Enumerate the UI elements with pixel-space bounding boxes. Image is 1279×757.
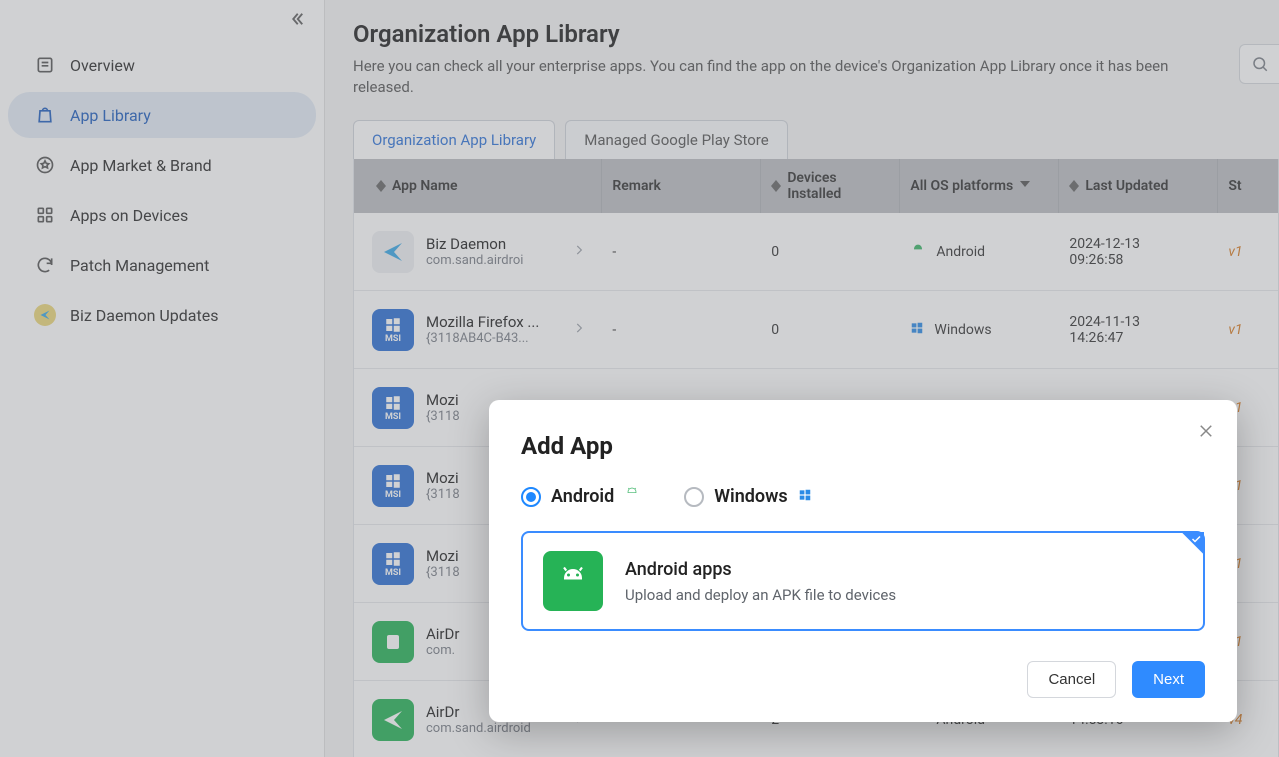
radio-indicator-icon [684,487,704,507]
modal-overlay[interactable]: Add App Android Windows Android apps Upl… [0,0,1279,757]
card-title: Android apps [625,559,896,580]
upload-option-card[interactable]: Android apps Upload and deploy an APK fi… [521,531,1205,631]
android-icon [543,551,603,611]
card-description: Upload and deploy an APK file to devices [625,586,896,604]
radio-windows[interactable]: Windows [684,486,811,507]
platform-radio-group: Android Windows [521,486,1205,507]
add-app-modal: Add App Android Windows Android apps Upl… [489,400,1237,722]
cancel-button[interactable]: Cancel [1027,661,1116,698]
modal-actions: Cancel Next [521,661,1205,698]
radio-indicator-icon [521,487,541,507]
radio-android[interactable]: Android [521,486,640,507]
android-icon [624,486,640,507]
selected-check-icon [1174,532,1204,562]
modal-title: Add App [521,432,1205,460]
windows-icon [798,486,812,507]
close-button[interactable] [1197,422,1215,444]
next-button[interactable]: Next [1132,661,1205,698]
